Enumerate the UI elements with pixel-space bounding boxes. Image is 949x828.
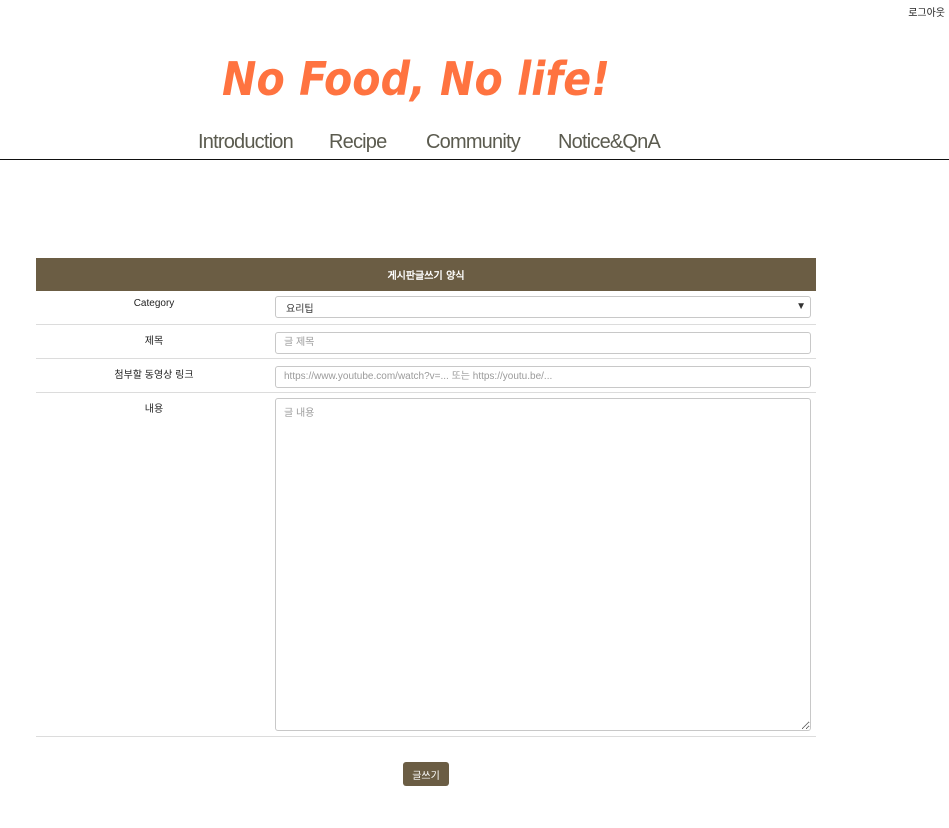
form-title: 게시판글쓰기 양식 <box>36 258 816 291</box>
video-link-label: 첨부할 동영상 링크 <box>114 370 194 381</box>
content-label: 내용 <box>144 404 164 415</box>
category-row: Category 요리팁 ▼ <box>36 291 816 325</box>
video-link-input[interactable] <box>275 365 811 388</box>
nav-introduction[interactable]: Introduction <box>198 131 294 154</box>
content-row: 내용 <box>36 393 816 737</box>
chevron-down-icon: ▼ <box>796 301 806 312</box>
nav-notice-qna[interactable]: Notice&QnA <box>558 131 661 154</box>
nav-community[interactable]: Community <box>426 131 521 154</box>
category-label: Category <box>133 298 175 309</box>
submit-button[interactable]: 글쓰기 <box>403 762 449 786</box>
nav-recipe[interactable]: Recipe <box>329 131 387 154</box>
title-input[interactable] <box>275 331 811 354</box>
category-select[interactable]: 요리팁 ▼ <box>275 296 811 318</box>
main-nav: Introduction Recipe Community Notice&QnA <box>0 131 949 160</box>
video-link-row: 첨부할 동영상 링크 <box>36 359 816 393</box>
category-value: 요리팁 <box>286 303 314 315</box>
title-label: 제목 <box>144 336 164 347</box>
logo-text: No Food, No life! <box>222 52 610 106</box>
content-textarea[interactable] <box>275 398 811 731</box>
title-row: 제목 <box>36 325 816 359</box>
logout-link[interactable]: 로그아웃 <box>908 4 945 19</box>
site-logo[interactable]: No Food, No life! <box>218 40 638 110</box>
write-form: 게시판글쓰기 양식 Category 요리팁 ▼ 제목 첨부할 동영상 링크 내… <box>36 258 816 737</box>
